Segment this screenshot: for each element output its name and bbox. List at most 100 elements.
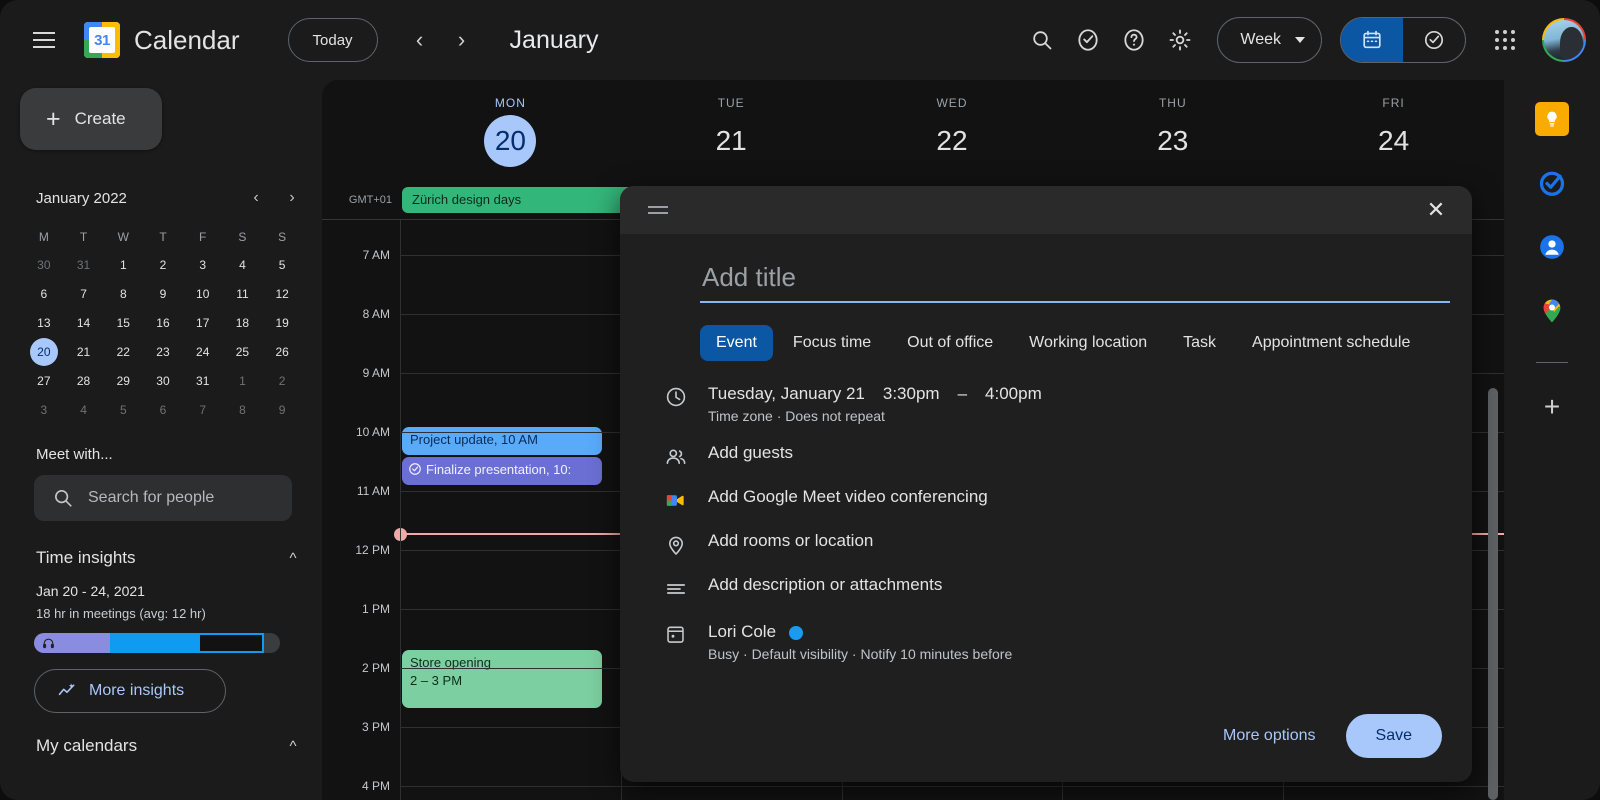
- day-header-number[interactable]: 21: [705, 115, 757, 167]
- tasks-icon[interactable]: [1535, 166, 1569, 200]
- event-type-tab-task[interactable]: Task: [1167, 325, 1232, 361]
- mini-calendar-next-icon[interactable]: ›: [276, 182, 308, 214]
- row-description[interactable]: Add description or attachments: [666, 575, 1442, 623]
- mini-calendar-day[interactable]: 9: [149, 280, 177, 308]
- view-select-week[interactable]: Week: [1217, 17, 1322, 63]
- calendar-owner-settings[interactable]: Busy · Default visibility · Notify 10 mi…: [708, 646, 1012, 662]
- mini-calendar-day[interactable]: 21: [70, 338, 98, 366]
- mini-calendar-day[interactable]: 14: [70, 309, 98, 337]
- day-header-tue[interactable]: TUE 21: [621, 80, 842, 184]
- mini-calendar-day[interactable]: 2: [149, 251, 177, 279]
- mini-calendar-day[interactable]: 22: [109, 338, 137, 366]
- maps-icon[interactable]: [1535, 294, 1569, 328]
- dialog-header[interactable]: ✕: [620, 186, 1472, 234]
- mini-calendar-day[interactable]: 6: [149, 396, 177, 424]
- row-location[interactable]: Add rooms or location: [669, 531, 1442, 579]
- toggle-tasks-view[interactable]: [1403, 18, 1465, 62]
- event-date[interactable]: Tuesday, January 21: [708, 384, 865, 404]
- mini-calendar-day[interactable]: 15: [109, 309, 137, 337]
- mini-calendar-day[interactable]: 16: [149, 309, 177, 337]
- chevron-left-icon[interactable]: ‹: [400, 20, 440, 60]
- more-options-button[interactable]: More options: [1223, 727, 1316, 745]
- mini-calendar-day[interactable]: 23: [149, 338, 177, 366]
- keep-icon[interactable]: [1535, 102, 1569, 136]
- mini-calendar-prev-icon[interactable]: ‹: [240, 182, 272, 214]
- day-header-number[interactable]: 20: [484, 115, 537, 167]
- event-timezone-repeat[interactable]: Time zone · Does not repeat: [708, 408, 1042, 424]
- mini-calendar-day[interactable]: 27: [30, 367, 58, 395]
- mini-calendar-day[interactable]: 30: [149, 367, 177, 395]
- event-finalize-presentation[interactable]: Finalize presentation, 10:: [402, 457, 602, 485]
- event-store-opening[interactable]: Store opening 2 – 3 PM: [402, 650, 602, 708]
- row-google-meet[interactable]: Add Google Meet video conferencing: [666, 487, 1442, 535]
- help-icon[interactable]: [1111, 17, 1157, 63]
- chevron-up-icon[interactable]: ^: [278, 543, 308, 573]
- event-type-tab-appointment-schedule[interactable]: Appointment schedule: [1236, 325, 1426, 361]
- close-icon[interactable]: ✕: [1416, 190, 1456, 230]
- mini-calendar-day[interactable]: 31: [70, 251, 98, 279]
- event-type-tab-out-of-office[interactable]: Out of office: [891, 325, 1009, 361]
- more-insights-button[interactable]: More insights: [34, 669, 226, 713]
- event-type-tab-focus-time[interactable]: Focus time: [777, 325, 887, 361]
- mini-calendar-day[interactable]: 20: [29, 338, 58, 366]
- mini-calendar-day[interactable]: 3: [30, 396, 58, 424]
- time-insights-bar[interactable]: [34, 633, 280, 653]
- day-header-number[interactable]: 22: [926, 115, 978, 167]
- mini-calendar-day[interactable]: 6: [30, 280, 58, 308]
- add-location-label[interactable]: Add rooms or location: [708, 531, 873, 551]
- day-header-number[interactable]: 23: [1147, 115, 1199, 167]
- chevron-right-icon[interactable]: ›: [442, 20, 482, 60]
- mini-calendar-day[interactable]: 5: [268, 251, 296, 279]
- mini-calendar-day[interactable]: 4: [70, 396, 98, 424]
- mini-calendar-day[interactable]: 5: [109, 396, 137, 424]
- search-people-input[interactable]: Search for people: [34, 475, 292, 521]
- day-header-number[interactable]: 24: [1368, 115, 1420, 167]
- avatar[interactable]: [1542, 18, 1586, 62]
- event-title-input[interactable]: [700, 256, 1450, 303]
- mini-calendar-day[interactable]: 12: [268, 280, 296, 308]
- mini-calendar-day[interactable]: 26: [268, 338, 296, 366]
- my-calendars-header[interactable]: My calendars ^: [36, 731, 308, 761]
- mini-calendar-day[interactable]: 25: [228, 338, 256, 366]
- mini-calendar-day[interactable]: 3: [189, 251, 217, 279]
- event-type-tab-event[interactable]: Event: [700, 325, 773, 361]
- event-type-tab-working-location[interactable]: Working location: [1013, 325, 1163, 361]
- mini-calendar-day[interactable]: 1: [228, 367, 256, 395]
- mini-calendar-day[interactable]: 19: [268, 309, 296, 337]
- mini-calendar-day[interactable]: 7: [70, 280, 98, 308]
- hamburger-icon[interactable]: [20, 16, 68, 64]
- mini-calendar-day[interactable]: 13: [30, 309, 58, 337]
- create-button[interactable]: + Create: [20, 88, 162, 150]
- add-guests-label[interactable]: Add guests: [708, 443, 793, 463]
- mini-calendar-day[interactable]: 1: [109, 251, 137, 279]
- event-start-time[interactable]: 3:30pm: [883, 384, 940, 404]
- row-guests[interactable]: Add guests: [666, 443, 1442, 491]
- toggle-calendar-view[interactable]: [1341, 18, 1403, 62]
- contacts-icon[interactable]: [1535, 230, 1569, 264]
- plus-icon[interactable]: +: [1544, 393, 1560, 421]
- mini-calendar-day[interactable]: 31: [189, 367, 217, 395]
- mini-calendar-day[interactable]: 24: [189, 338, 217, 366]
- day-header-wed[interactable]: WED 22: [842, 80, 1063, 184]
- mini-calendar-day[interactable]: 9: [268, 396, 296, 424]
- check-circle-icon[interactable]: [1065, 17, 1111, 63]
- save-button[interactable]: Save: [1345, 714, 1442, 758]
- mini-calendar-day[interactable]: 30: [30, 251, 58, 279]
- mini-calendar-day[interactable]: 29: [109, 367, 137, 395]
- mini-calendar-day[interactable]: 28: [70, 367, 98, 395]
- row-calendar-owner[interactable]: Lori Cole Busy · Default visibility · No…: [667, 621, 1442, 669]
- add-description-label[interactable]: Add description or attachments: [708, 575, 942, 595]
- mini-calendar-day[interactable]: 8: [109, 280, 137, 308]
- today-button[interactable]: Today: [287, 18, 378, 62]
- day-header-mon[interactable]: MON 20: [400, 80, 621, 184]
- chevron-up-icon[interactable]: ^: [278, 731, 308, 761]
- gear-icon[interactable]: [1157, 17, 1203, 63]
- day-header-thu[interactable]: THU 23: [1062, 80, 1283, 184]
- calendar-color-dot[interactable]: [788, 625, 803, 640]
- grid-scrollbar[interactable]: [1488, 388, 1498, 800]
- row-date-time[interactable]: Tuesday, January 21 3:30pm – 4:00pm Time…: [666, 383, 1442, 431]
- event-end-time[interactable]: 4:00pm: [985, 384, 1042, 404]
- mini-calendar-day[interactable]: 4: [228, 251, 256, 279]
- mini-calendar-day[interactable]: 17: [189, 309, 217, 337]
- search-icon[interactable]: [1019, 17, 1065, 63]
